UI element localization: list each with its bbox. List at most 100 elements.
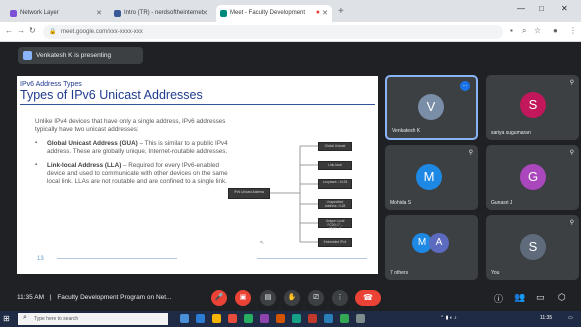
url-text: meet.google.com/xxx-xxxx-xxx xyxy=(61,29,143,35)
tab-favicon-icon xyxy=(10,10,17,17)
slide-title: Types of IPv6 Unicast Addresses xyxy=(20,88,203,102)
camera-toggle-button[interactable]: ▣ xyxy=(235,290,251,306)
app-icon[interactable] xyxy=(356,314,365,323)
avatar: A xyxy=(429,233,449,253)
tree-child-box: Loopback ::1/128 xyxy=(318,179,352,189)
tree-child-box: Unique Local FC00::/7 – FDFF::/7 xyxy=(318,218,352,231)
back-icon[interactable]: ← xyxy=(5,26,13,35)
app-icon[interactable] xyxy=(276,314,285,323)
activities-icon[interactable]: ⬡ xyxy=(558,292,566,303)
lock-icon: 🔒 xyxy=(49,29,57,35)
app-icon[interactable] xyxy=(292,314,301,323)
separator: | xyxy=(49,294,52,301)
meeting-time: 11:35 AM xyxy=(17,294,44,301)
participant-tile-mohida[interactable]: M ⚲ Mohida S xyxy=(385,145,478,210)
title-rule xyxy=(20,104,375,105)
profile-icon[interactable]: ● xyxy=(553,26,558,35)
close-window-button[interactable]: ✕ xyxy=(561,4,568,13)
footer-rule xyxy=(257,258,367,259)
bullet-term: Link-local Address (LLA) xyxy=(47,162,122,170)
meeting-details-icon[interactable]: ⓘ xyxy=(494,292,503,305)
presenter-banner-text: Venkatesh K is presenting xyxy=(36,52,112,59)
browser-tab-network-layer[interactable]: Network Layer ✕ xyxy=(6,5,106,22)
participant-tile-sariya[interactable]: S ⚲ sariya sugumaran xyxy=(486,75,579,140)
present-button[interactable]: ⎚ xyxy=(308,290,324,306)
participant-tile-venkatesh[interactable]: V ⋯ Venkatesh K xyxy=(385,75,478,140)
minimize-button[interactable]: — xyxy=(517,4,525,13)
captions-button[interactable]: ▤ xyxy=(260,290,276,306)
avatar: V xyxy=(418,94,444,120)
presenter-banner[interactable]: Venkatesh K is presenting xyxy=(18,47,143,64)
notification-icon[interactable]: ▭ xyxy=(568,315,573,321)
mic-off-icon: ⚲ xyxy=(569,150,574,156)
speaking-indicator-icon: ⋯ xyxy=(460,81,470,91)
edge-icon[interactable] xyxy=(196,314,205,323)
file-explorer-icon[interactable] xyxy=(212,314,221,323)
mic-off-icon: ⚲ xyxy=(468,150,473,156)
browser-menu-icon[interactable]: ⋮ xyxy=(569,26,577,35)
participant-tile-gunasri[interactable]: G ⚲ Gunasri J xyxy=(486,145,579,210)
participant-tile-others[interactable]: M A 7 others xyxy=(385,215,478,280)
participant-name: 7 others xyxy=(390,270,409,276)
zoom-icon[interactable]: ⌕ xyxy=(522,26,526,36)
close-tab-icon[interactable]: ✕ xyxy=(96,9,102,17)
chat-icon[interactable]: ▭ xyxy=(536,292,545,303)
slide-bullet-list: Global Unicast Address (GUA) – This is s… xyxy=(35,140,235,185)
meeting-info: 11:35 AM | Faculty Development Program o… xyxy=(17,294,171,301)
address-bar-row: ← → ↻ 🔒 meet.google.com/xxx-xxxx-xxx ▪ ⌕… xyxy=(0,22,581,42)
app-icon[interactable] xyxy=(228,314,237,323)
meet-stage: Venkatesh K is presenting IPv6 Address T… xyxy=(0,42,581,311)
meeting-title: Faculty Development Program on Net... xyxy=(57,294,172,301)
app-icon[interactable] xyxy=(244,314,253,323)
participant-name: Gunasri J xyxy=(491,200,513,206)
people-icon[interactable]: 👥 xyxy=(514,292,525,303)
maximize-button[interactable]: □ xyxy=(539,4,544,13)
tree-child-box: Link-local xyxy=(318,161,352,170)
app-icon[interactable] xyxy=(260,314,269,323)
avatar: S xyxy=(520,92,546,118)
mic-off-icon: ⚲ xyxy=(569,220,574,226)
close-tab-icon[interactable]: ✕ xyxy=(202,9,208,17)
new-tab-button[interactable]: + xyxy=(338,6,344,17)
avatar: M xyxy=(416,164,442,190)
participant-tile-you[interactable]: S ⚲ You xyxy=(486,215,579,280)
camera-permission-icon[interactable]: ▪ xyxy=(510,26,513,35)
close-tab-icon[interactable]: ✕ xyxy=(322,9,328,17)
mic-toggle-button[interactable]: 🎤 xyxy=(211,290,227,306)
meeting-controls-bar: 11:35 AM | Faculty Development Program o… xyxy=(0,285,581,311)
tree-child-box: Unspecified Address ::/128 xyxy=(318,199,352,209)
task-view-icon[interactable] xyxy=(180,314,189,323)
slide-number: 13 xyxy=(37,256,44,262)
taskbar-search-input[interactable]: ⌕ Type here to search xyxy=(18,313,168,325)
forward-icon[interactable]: → xyxy=(17,26,25,35)
tree-child-box: Global Unicast xyxy=(318,142,352,151)
taskbar-clock[interactable]: 11:35 xyxy=(540,315,552,321)
tab-label: Meet - Faculty Development xyxy=(230,10,306,16)
tab-favicon-icon xyxy=(114,10,121,17)
avatar: G xyxy=(520,164,546,190)
raise-hand-button[interactable]: ✋ xyxy=(284,290,300,306)
app-icon[interactable] xyxy=(308,314,317,323)
slide-section-title: IPv6 Address Types xyxy=(20,81,82,88)
bullet-term: Global Unicast Address (GUA) xyxy=(47,140,138,148)
app-icon[interactable] xyxy=(324,314,333,323)
browser-tab-intro[interactable]: Intro (TR) - nerdsoftheinternet ✕ xyxy=(110,5,212,22)
chrome-icon[interactable] xyxy=(340,314,349,323)
screen: Network Layer ✕ Intro (TR) - nerdsofthei… xyxy=(0,0,581,327)
bullet-gua: Global Unicast Address (GUA) – This is s… xyxy=(35,140,235,155)
tree-child-box: Embedded IPv4 xyxy=(318,238,352,247)
mic-off-icon: ⚲ xyxy=(569,80,574,86)
reload-icon[interactable]: ↻ xyxy=(29,26,36,35)
windows-start-icon[interactable]: ⊞ xyxy=(3,314,10,323)
present-screen-icon xyxy=(23,51,32,60)
leave-call-button[interactable]: ☎ xyxy=(355,290,381,306)
bookmark-star-icon[interactable]: ☆ xyxy=(534,26,541,35)
system-tray-icons[interactable]: ⌃ ▮ ◐ ♪ xyxy=(440,315,457,321)
slide-body: Unlike IPv4 devices that have only a sin… xyxy=(35,118,235,192)
participant-name: Mohida S xyxy=(390,200,412,206)
search-icon: ⌕ xyxy=(23,314,27,321)
more-options-button[interactable]: ⋮ xyxy=(332,290,348,306)
url-input[interactable]: 🔒 meet.google.com/xxx-xxxx-xxx xyxy=(43,25,503,39)
browser-tab-meet[interactable]: Meet - Faculty Development ● ✕ xyxy=(216,5,332,22)
participant-name: sariya sugumaran xyxy=(491,130,531,136)
